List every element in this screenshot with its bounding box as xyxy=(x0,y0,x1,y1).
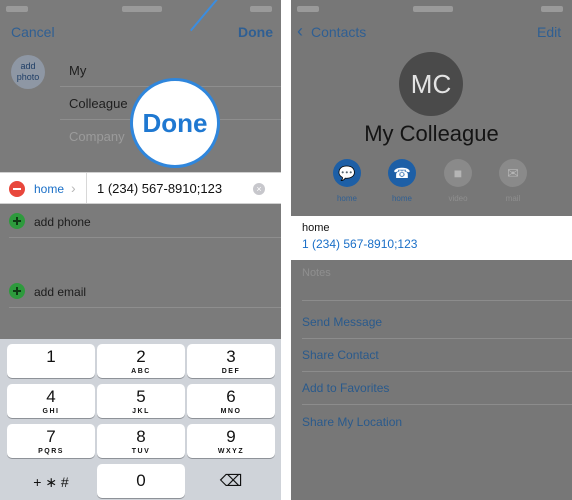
divider xyxy=(302,404,572,405)
phone-label-selector[interactable]: home xyxy=(34,182,64,196)
status-bar-time xyxy=(413,6,453,12)
add-email-icon[interactable] xyxy=(9,283,25,299)
cancel-button[interactable]: Cancel xyxy=(11,24,55,40)
back-to-contacts-button[interactable]: Contacts xyxy=(311,24,366,40)
send-message-button[interactable]: Send Message xyxy=(302,315,382,329)
add-to-favorites-button[interactable]: Add to Favorites xyxy=(302,381,389,395)
add-phone-button[interactable]: add phone xyxy=(34,215,91,229)
status-bar-signal xyxy=(297,6,319,12)
delete-key[interactable]: ⌫ xyxy=(187,464,275,498)
key-4[interactable]: 4 GHI xyxy=(7,384,95,418)
first-name-field[interactable]: My xyxy=(69,63,86,78)
last-name-field[interactable]: Colleague xyxy=(69,96,128,111)
edit-contact-screen: Cancel Done add photo My Colleague Compa… xyxy=(0,0,281,500)
divider xyxy=(86,173,87,203)
key-6[interactable]: 6 MNO xyxy=(187,384,275,418)
phone-detail-card[interactable]: home 1 (234) 567-8910;123 xyxy=(291,216,572,260)
key-2[interactable]: 2 ABC xyxy=(97,344,185,378)
edit-button[interactable]: Edit xyxy=(537,24,561,40)
chevron-right-icon: › xyxy=(71,180,76,196)
divider xyxy=(9,237,281,238)
key-7[interactable]: 7 PQRS xyxy=(7,424,95,458)
key-5[interactable]: 5 JKL xyxy=(97,384,185,418)
notes-field[interactable]: Notes xyxy=(302,267,331,279)
company-field[interactable]: Company xyxy=(69,129,125,144)
add-photo-label: add photo xyxy=(16,61,40,82)
avatar: MC xyxy=(399,52,463,116)
done-button[interactable]: Done xyxy=(238,24,273,40)
message-action-label: home xyxy=(336,194,357,203)
phone-number-input[interactable]: 1 (234) 567-8910;123 xyxy=(97,181,222,196)
backspace-icon: ⌫ xyxy=(219,473,243,490)
contact-detail-screen: ‹ Contacts Edit MC My Colleague 💬 home ☎… xyxy=(291,0,572,500)
share-my-location-button[interactable]: Share My Location xyxy=(302,415,402,429)
phone-type-label: home xyxy=(302,222,330,234)
add-email-button[interactable]: add email xyxy=(34,285,86,299)
status-bar-time xyxy=(122,6,162,12)
delete-phone-icon[interactable] xyxy=(9,181,25,197)
status-bar-battery xyxy=(250,6,272,12)
key-1[interactable]: 1 xyxy=(7,344,95,378)
contact-name: My Colleague xyxy=(364,121,499,146)
key-9[interactable]: 9 WXYZ xyxy=(187,424,275,458)
done-callout-magnifier: Done xyxy=(130,78,220,168)
status-bar-signal xyxy=(6,6,28,12)
symbols-key[interactable]: + ∗ # xyxy=(7,464,95,498)
call-action-label: home xyxy=(391,194,412,203)
callout-pointer xyxy=(190,0,242,32)
callout-text: Done xyxy=(142,108,208,138)
add-phone-icon[interactable] xyxy=(9,213,25,229)
divider xyxy=(302,338,572,339)
key-8[interactable]: 8 TUV xyxy=(97,424,185,458)
key-3[interactable]: 3 DEF xyxy=(187,344,275,378)
divider xyxy=(302,300,572,301)
message-icon[interactable]: 💬 xyxy=(333,159,361,187)
chevron-left-icon[interactable]: ‹ xyxy=(297,21,303,42)
mail-action-label: mail xyxy=(505,194,521,203)
numeric-keypad: 1 2 ABC 3 DEF 4 GHI 5 JKL 6 MNO 7 PQRS 8 TUV 9W… xyxy=(0,339,281,500)
mail-icon[interactable]: ✉ xyxy=(499,159,527,187)
phone-icon[interactable]: ☎ xyxy=(388,159,416,187)
clear-field-icon[interactable]: × xyxy=(253,183,265,195)
video-icon[interactable]: ■ xyxy=(444,159,472,187)
add-photo-button[interactable]: add photo xyxy=(11,55,45,89)
phone-entry-row: home › 1 (234) 567-8910;123 × xyxy=(0,172,281,204)
divider xyxy=(302,371,572,372)
phone-number-link[interactable]: 1 (234) 567-8910;123 xyxy=(302,237,417,251)
video-action-label: video xyxy=(448,194,468,203)
share-contact-button[interactable]: Share Contact xyxy=(302,348,379,362)
divider xyxy=(9,307,281,308)
key-0[interactable]: 0 xyxy=(97,464,185,498)
status-bar-battery xyxy=(541,6,563,12)
